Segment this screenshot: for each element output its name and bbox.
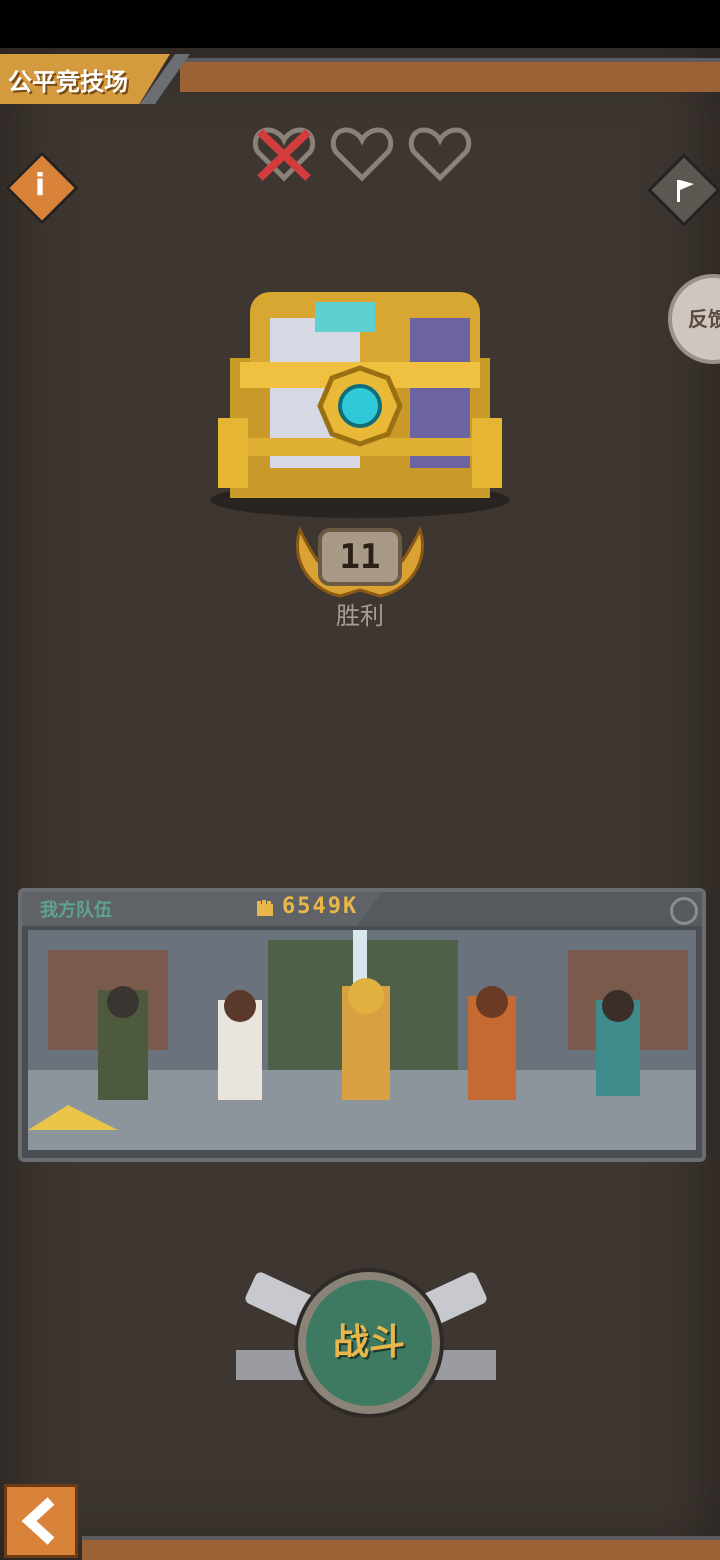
hero-3 [342,978,390,1100]
fight-button[interactable]: 战斗 [298,1272,440,1414]
fist-icon [254,898,276,920]
flag-icon [670,176,700,206]
heart-icon [252,124,316,184]
hero-1 [98,986,148,1100]
page-title: 公平竞技场 [8,68,128,96]
team-header: 我方队伍 6549K [22,892,702,926]
team-power: 6549K [282,894,359,919]
feedback-button[interactable]: 反馈 [668,274,720,364]
hero-4 [468,986,516,1100]
hero-5 [596,990,640,1096]
lives-indicator [252,124,482,188]
team-label: 我方队伍 [40,900,112,921]
bottom-bar [82,1536,720,1560]
game-screen: 公平竞技场 i 反馈 [0,48,720,1560]
heart-icon [408,124,472,184]
back-button[interactable] [4,1484,78,1558]
team-panel[interactable]: 我方队伍 6549K [18,888,706,1162]
heart-icon [330,124,394,184]
title-strip [180,58,720,92]
treasure-chest-icon[interactable] [210,278,510,528]
hero-lineup [28,930,696,1150]
info-icon: i [34,168,46,203]
win-count: 11 [339,537,381,577]
win-label: 胜利 [336,602,384,630]
back-arrow-icon [21,1497,55,1545]
top-bar: 公平竞技场 [0,48,720,108]
hero-2 [218,990,262,1100]
edit-team-icon[interactable] [670,897,698,925]
